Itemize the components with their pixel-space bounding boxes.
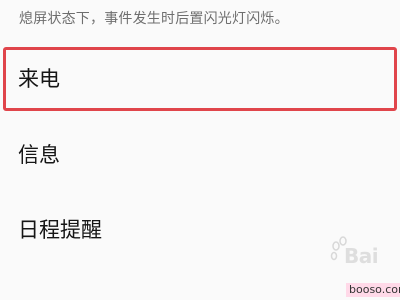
settings-screen: 熄屏状态下，事件发生时后置闪光灯闪烁。 来电 信息 日程提醒 Bai booso…	[0, 0, 400, 300]
baidu-watermark: Bai	[330, 236, 398, 280]
setting-item-label: 日程提醒	[18, 218, 102, 242]
setting-item-label: 来电	[18, 67, 60, 91]
setting-item-incoming-call[interactable]: 来电	[0, 46, 400, 116]
site-label: booso.com	[346, 283, 400, 297]
selection-highlight	[3, 47, 397, 111]
setting-item-message[interactable]: 信息	[0, 120, 400, 184]
watermark-text: Bai	[344, 244, 379, 268]
flash-description: 熄屏状态下，事件发生时后置闪光灯闪烁。	[19, 11, 289, 27]
setting-item-label: 信息	[18, 143, 60, 167]
